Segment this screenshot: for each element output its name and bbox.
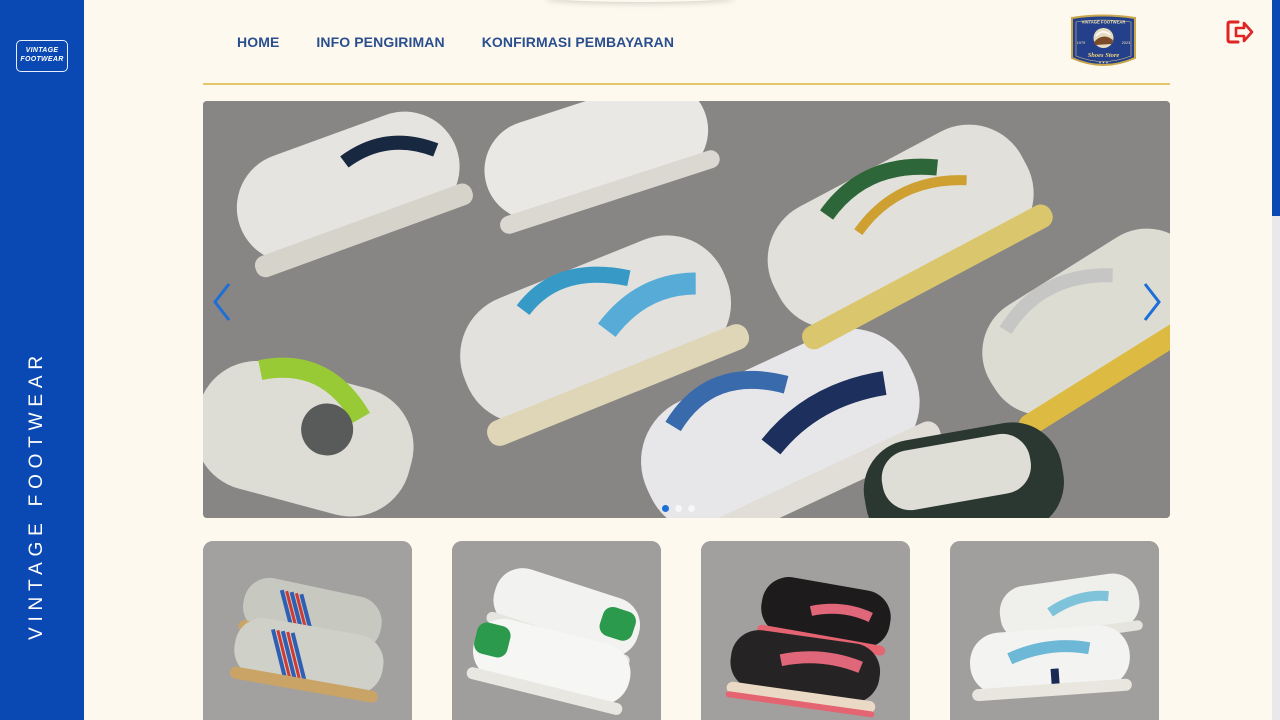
product-image-2	[452, 541, 661, 720]
chevron-right-icon[interactable]	[1137, 280, 1167, 324]
nav-info-pengiriman[interactable]: INFO PENGIRIMAN	[316, 34, 444, 50]
nav-konfirmasi-pembayaran[interactable]: KONFIRMASI PEMBAYARAN	[482, 34, 674, 50]
carousel-dot-3[interactable]	[688, 505, 695, 512]
sneakers-collection-image	[203, 101, 1170, 518]
product-card-4[interactable]	[950, 541, 1159, 720]
product-card-1[interactable]	[203, 541, 412, 720]
hero-carousel-image[interactable]	[203, 101, 1170, 518]
nav-divider	[203, 83, 1170, 85]
sidebar-logo-line1: VINTAGE	[25, 47, 59, 54]
chevron-left-icon[interactable]	[207, 280, 237, 324]
svg-text:★ ★ ★: ★ ★ ★	[1099, 61, 1109, 65]
brand-badge-logo[interactable]: VINTAGE FOOTWEAR 1979 2023 Shoes Store ★…	[1069, 14, 1138, 69]
badge-top-text: VINTAGE FOOTWEAR	[1082, 20, 1126, 25]
carousel-dot-1[interactable]	[662, 505, 669, 512]
top-shadow-decoration	[545, 0, 735, 2]
carousel-dot-2[interactable]	[675, 505, 682, 512]
sidebar-logo-line2: FOOTWEAR	[20, 56, 64, 63]
main-nav: HOME INFO PENGIRIMAN KONFIRMASI PEMBAYAR…	[237, 34, 674, 50]
product-image-3	[701, 541, 910, 720]
product-image-1	[203, 541, 412, 720]
sidebar: VINTAGE FOOTWEAR VINTAGE FOOTWEAR	[0, 0, 84, 720]
sidebar-logo[interactable]: VINTAGE FOOTWEAR	[16, 40, 68, 72]
product-image-4	[950, 541, 1159, 720]
product-card-2[interactable]	[452, 541, 661, 720]
sidebar-vertical-brand: VINTAGE FOOTWEAR	[26, 350, 47, 640]
carousel-indicators	[662, 505, 695, 512]
badge-year-right: 2023	[1122, 41, 1130, 45]
badge-script-text: Shoes Store	[1088, 52, 1120, 59]
product-card-3[interactable]	[701, 541, 910, 720]
badge-year-left: 1979	[1077, 41, 1085, 45]
scrollbar-thumb[interactable]	[1272, 0, 1280, 216]
nav-home[interactable]: HOME	[237, 34, 279, 50]
logout-icon[interactable]	[1226, 19, 1254, 45]
